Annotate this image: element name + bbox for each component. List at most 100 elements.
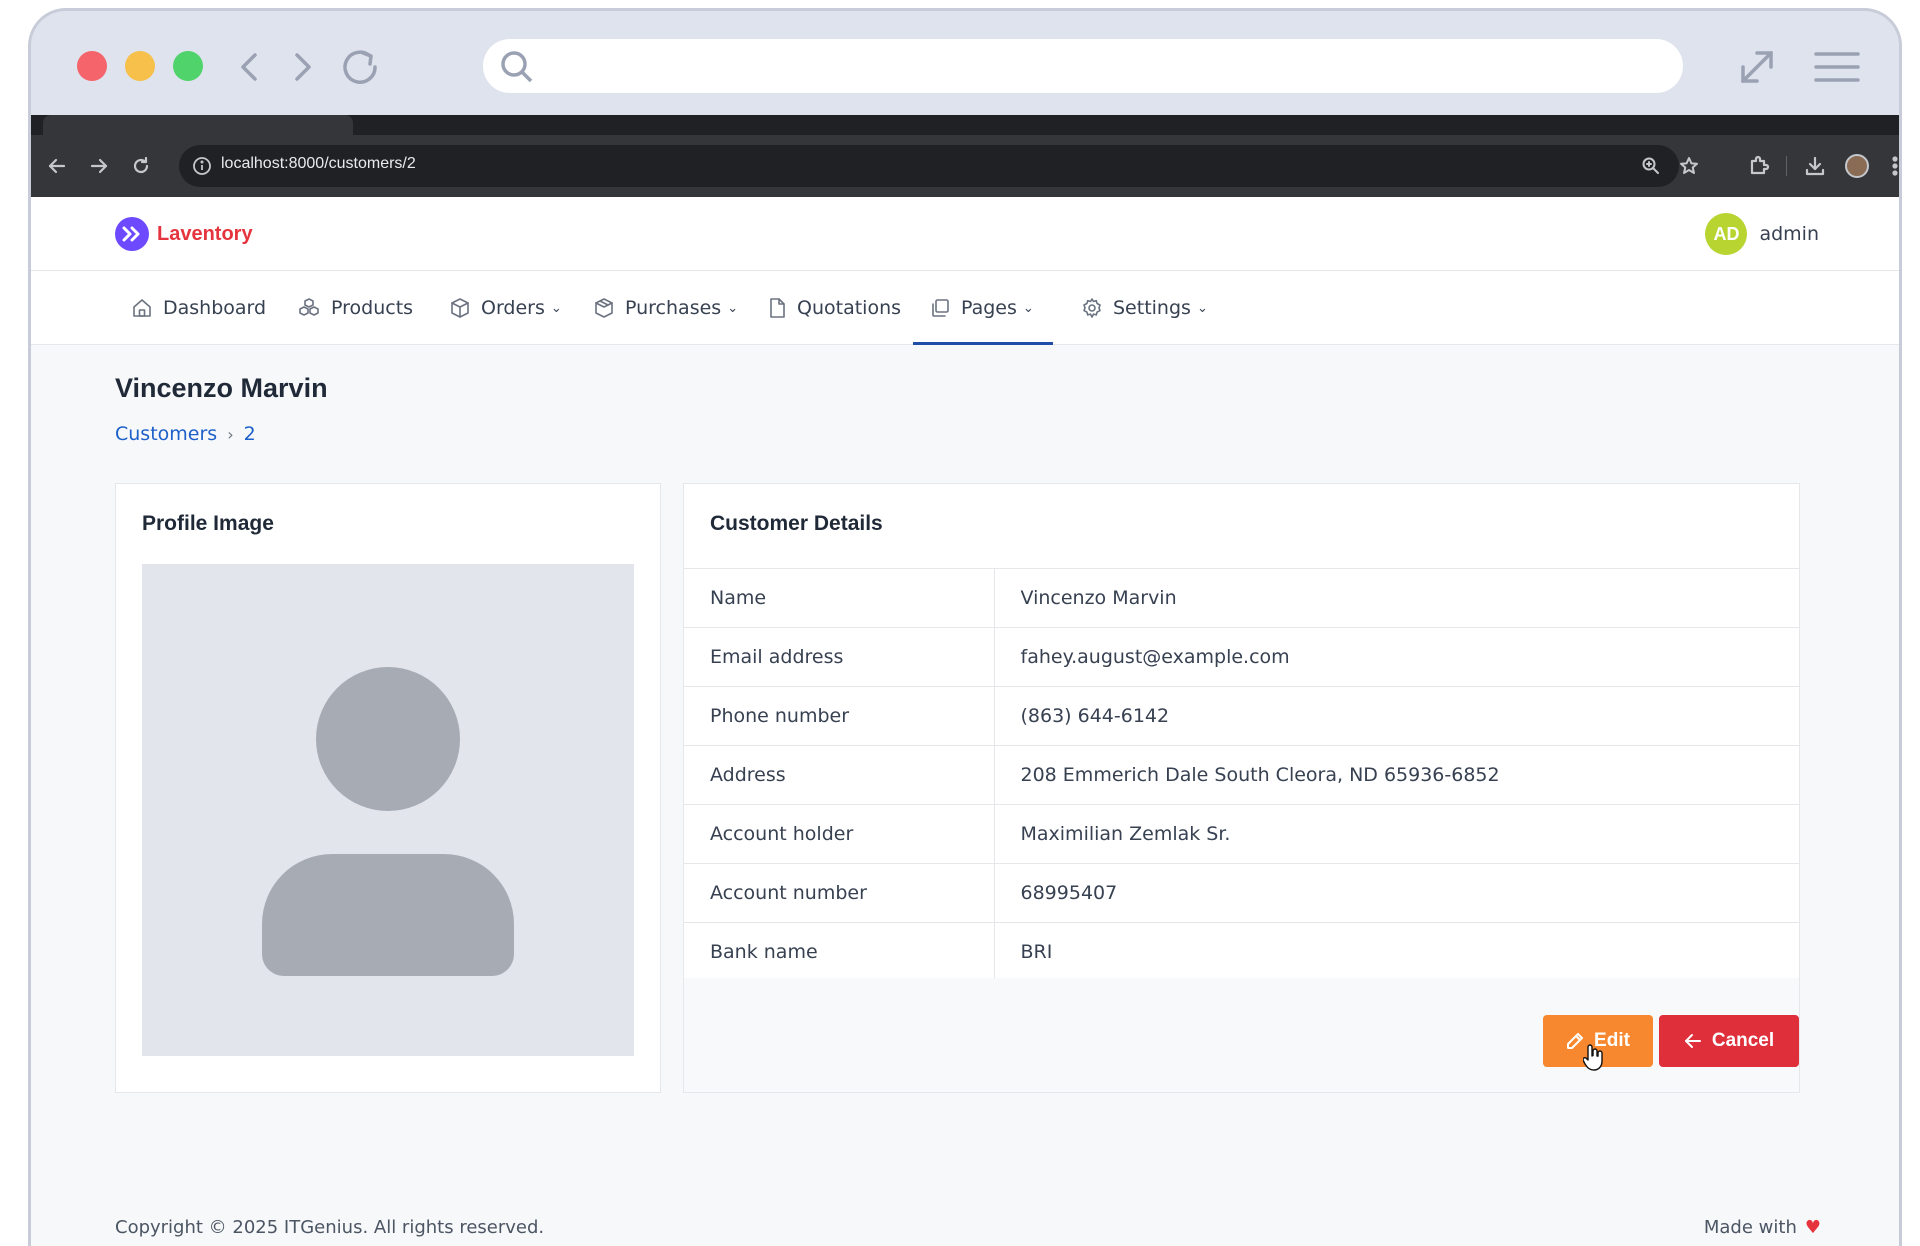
back-arrow-icon[interactable] — [227, 45, 271, 89]
nav-label: Pages — [961, 297, 1017, 319]
row-label: Account number — [684, 863, 995, 923]
row-label: Name — [684, 568, 995, 628]
chrome-toolbar: localhost:8000/customers/2 — [31, 135, 1899, 197]
table-row: Address 208 Emmerich Dale South Cleora, … — [684, 745, 1799, 805]
nav-item-quotations[interactable]: Quotations — [767, 271, 901, 345]
main-nav: Dashboard Products Orders ⌄ Purchases ⌄ … — [31, 271, 1899, 345]
page-title: Vincenzo Marvin — [115, 373, 328, 403]
nav-item-settings[interactable]: Settings ⌄ — [1081, 271, 1208, 345]
table-row: Name Vincenzo Marvin — [684, 568, 1799, 628]
copyright-text: Copyright © 2025 ITGenius. All rights re… — [115, 1217, 545, 1238]
profile-image-card: Profile Image — [115, 483, 661, 1093]
table-row: Phone number (863) 644-6142 — [684, 686, 1799, 746]
nav-item-pages[interactable]: Pages ⌄ — [929, 271, 1034, 345]
breadcrumb-customers-link[interactable]: Customers — [115, 423, 217, 445]
made-with-label: Made with — [1703, 1217, 1797, 1238]
nav-item-dashboard[interactable]: Dashboard — [131, 271, 266, 345]
chrome-forward-icon[interactable] — [85, 152, 113, 180]
user-name: admin — [1759, 223, 1819, 245]
nav-label: Settings — [1113, 297, 1191, 319]
table-row: Bank name BRI — [684, 922, 1799, 982]
user-avatar: AD — [1705, 213, 1748, 255]
search-icon — [501, 51, 533, 83]
table-row: Account number 68995407 — [684, 863, 1799, 923]
minimize-window-button[interactable] — [125, 51, 155, 81]
active-nav-indicator — [913, 342, 1053, 345]
address-bar[interactable]: localhost:8000/customers/2 — [179, 145, 1698, 187]
nav-label: Orders — [481, 297, 545, 319]
mac-toolbar — [31, 11, 1899, 115]
cubes-icon — [299, 298, 319, 316]
chrome-reload-icon[interactable] — [127, 152, 155, 180]
cancel-button[interactable]: Cancel — [1659, 1015, 1799, 1067]
profile-placeholder-image — [142, 564, 634, 1056]
close-window-button[interactable] — [77, 51, 107, 81]
brand-logo[interactable]: Laventory — [115, 217, 253, 251]
expand-icon[interactable] — [1731, 41, 1783, 93]
document-icon — [770, 298, 785, 318]
mac-window: localhost:8000/customers/2 Laventory AD … — [28, 8, 1902, 1246]
table-row: Account holder Maximilian Zemlak Sr. — [684, 804, 1799, 864]
details-card-title: Customer Details — [710, 512, 883, 535]
row-value: 208 Emmerich Dale South Cleora, ND 65936… — [994, 745, 1799, 805]
made-with-text: Made with ♥ — [1704, 1217, 1821, 1238]
nav-label: Products — [331, 297, 414, 319]
chevron-down-icon: ⌄ — [1196, 300, 1208, 316]
row-value: BRI — [994, 922, 1799, 982]
zoom-icon[interactable] — [1639, 154, 1663, 178]
row-value: Vincenzo Marvin — [994, 568, 1799, 628]
chevron-down-icon: ⌄ — [727, 300, 739, 316]
chrome-back-icon[interactable] — [43, 152, 71, 180]
breadcrumb-current[interactable]: 2 — [244, 423, 256, 445]
home-icon — [133, 299, 151, 317]
customer-details-card: Customer Details Name Vincenzo Marvin Em… — [683, 483, 1800, 1093]
hamburger-menu-icon[interactable] — [1811, 41, 1863, 93]
nav-item-purchases[interactable]: Purchases ⌄ — [593, 271, 738, 345]
row-value: 68995407 — [994, 863, 1799, 923]
row-value: Maximilian Zemlak Sr. — [994, 804, 1799, 864]
gear-icon — [1083, 298, 1101, 318]
nav-item-orders[interactable]: Orders ⌄ — [449, 271, 562, 345]
url-text: localhost:8000/customers/2 — [221, 155, 416, 172]
download-icon[interactable] — [1801, 152, 1829, 180]
pencil-icon — [1567, 1033, 1584, 1049]
forward-arrow-icon[interactable] — [281, 45, 325, 89]
chrome-active-tab[interactable] — [43, 115, 353, 135]
nav-label: Quotations — [797, 297, 902, 319]
bookmark-star-icon[interactable] — [1677, 154, 1701, 178]
extensions-icon[interactable] — [1745, 152, 1773, 180]
nav-label: Dashboard — [163, 297, 267, 319]
copy-icon — [932, 299, 949, 317]
logo-chevrons-icon — [115, 217, 149, 251]
box-icon — [595, 298, 613, 318]
row-label: Email address — [684, 627, 995, 687]
nav-label: Purchases — [625, 297, 722, 319]
kebab-menu-icon[interactable] — [1881, 152, 1899, 180]
brand-name: Laventory — [157, 222, 253, 245]
chevron-down-icon: ⌄ — [1022, 300, 1034, 316]
maximize-window-button[interactable] — [173, 51, 203, 81]
breadcrumb-separator: › — [227, 424, 234, 444]
profile-card-title: Profile Image — [142, 512, 274, 535]
heart-icon: ♥ — [1804, 1217, 1821, 1238]
hand-cursor-icon — [1583, 1044, 1603, 1071]
toolbar-divider — [1785, 152, 1787, 180]
site-info-icon[interactable] — [191, 155, 213, 177]
cancel-label: Cancel — [1711, 1030, 1775, 1051]
arrow-left-icon — [1684, 1034, 1701, 1048]
row-value: fahey.august@example.com — [994, 627, 1799, 687]
customer-details-table: Name Vincenzo Marvin Email address fahey… — [684, 568, 1799, 982]
breadcrumb: Customers › 2 — [115, 423, 256, 445]
nav-item-products[interactable]: Products — [297, 271, 413, 345]
chevron-down-icon: ⌄ — [550, 300, 562, 316]
app-header: Laventory AD admin — [31, 197, 1899, 271]
mac-search-bar[interactable] — [483, 39, 1683, 93]
row-label: Address — [684, 745, 995, 805]
table-row: Email address fahey.august@example.com — [684, 627, 1799, 687]
profile-avatar-icon[interactable] — [1843, 152, 1871, 180]
reload-icon[interactable] — [339, 45, 383, 89]
user-menu[interactable]: AD admin — [1705, 213, 1819, 255]
user-silhouette-icon — [262, 667, 514, 976]
page-viewport: Laventory AD admin Dashboard Products Or… — [31, 197, 1899, 1246]
row-label: Phone number — [684, 686, 995, 746]
